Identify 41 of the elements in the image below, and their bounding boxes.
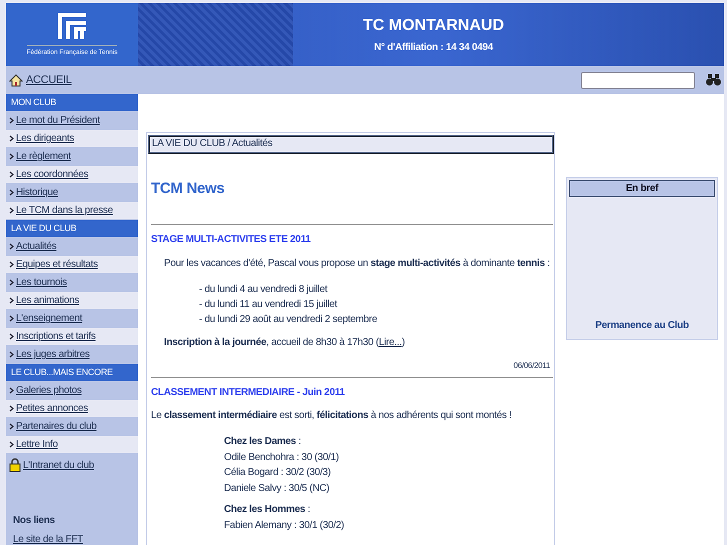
article-paragraph: Le classement intermédiaire est sorti, félicitations à nos adhérents qui sont montés ! <box>151 409 513 424</box>
group-heading: Chez les Hommes : <box>224 503 312 518</box>
padlock-icon <box>9 458 21 472</box>
breadcrumb: LA VIE DU CLUB / Actualités <box>148 135 554 154</box>
sidebar-item[interactable]: Lettre Info <box>6 436 138 454</box>
fft-logo-icon <box>58 13 86 39</box>
sidebar-item[interactable]: Les coordonnées <box>6 166 138 184</box>
article-date: 06/06/2011 <box>512 360 550 371</box>
article-paragraph: Pour les vacances d'été, Pascal vous propose un stage multi-activités à dominante tennis : <box>164 256 550 271</box>
group-heading: Chez les Dames : <box>224 435 302 450</box>
date-range: - du lundi 4 au vendredi 8 juillet <box>199 282 328 297</box>
sidebar-item[interactable]: Les dirigeants <box>6 130 138 148</box>
page-heading: TCM News <box>151 180 226 198</box>
affiliation-number: N° d'Affiliation : 14 34 0494 <box>374 42 493 52</box>
external-link[interactable]: Le site de la FFT <box>13 534 138 545</box>
article-paragraph: Inscription à la journée, accueil de 8h30 à 17h30 (Lire...) <box>164 336 406 350</box>
sidebar-item[interactable]: Petites annonces <box>6 400 138 418</box>
read-more-link[interactable]: Lire... <box>378 336 402 348</box>
sidebar-item[interactable]: Inscriptions et tarifs <box>6 328 138 346</box>
brief-heading: En bref <box>569 180 715 197</box>
home-icon <box>9 74 23 86</box>
ranking-line: Fabien Alemany : 30/1 (30/2) <box>224 518 346 533</box>
section-header: LA VIE DU CLUB <box>6 220 138 238</box>
sidebar-item[interactable]: Equipes et résultats <box>6 256 138 274</box>
ranking-line: Odile Benchohra : 30 (30/1) <box>224 450 340 465</box>
binoculars-icon[interactable] <box>706 74 721 86</box>
club-title: TC MONTARNAUD <box>362 16 504 34</box>
article-title: STAGE MULTI-ACTIVITES ETE 2011 <box>151 234 312 247</box>
section-header: MON CLUB <box>6 94 138 112</box>
sidebar-item[interactable]: Les animations <box>6 292 138 310</box>
sidebar-item[interactable]: Le TCM dans la presse <box>6 202 138 220</box>
date-range: - du lundi 29 août au vendredi 2 septembre <box>199 312 378 327</box>
brief-item: Permanence au Club <box>594 320 690 331</box>
article-title: CLASSEMENT INTERMEDIAIRE - Juin 2011 <box>151 386 346 400</box>
date-range: - du lundi 11 au vendredi 15 juillet <box>199 298 338 312</box>
search-field[interactable] <box>581 72 695 88</box>
section-header: LE CLUB...MAIS ENCORE <box>6 364 138 382</box>
ranking-line: Célia Bogard : 30/2 (30/3) <box>224 466 332 480</box>
home-link[interactable]: ACCUEIL <box>26 74 72 86</box>
links-heading: Nos liens <box>13 515 56 526</box>
ranking-line: Daniele Salvy : 30/5 (NC) <box>224 482 330 496</box>
